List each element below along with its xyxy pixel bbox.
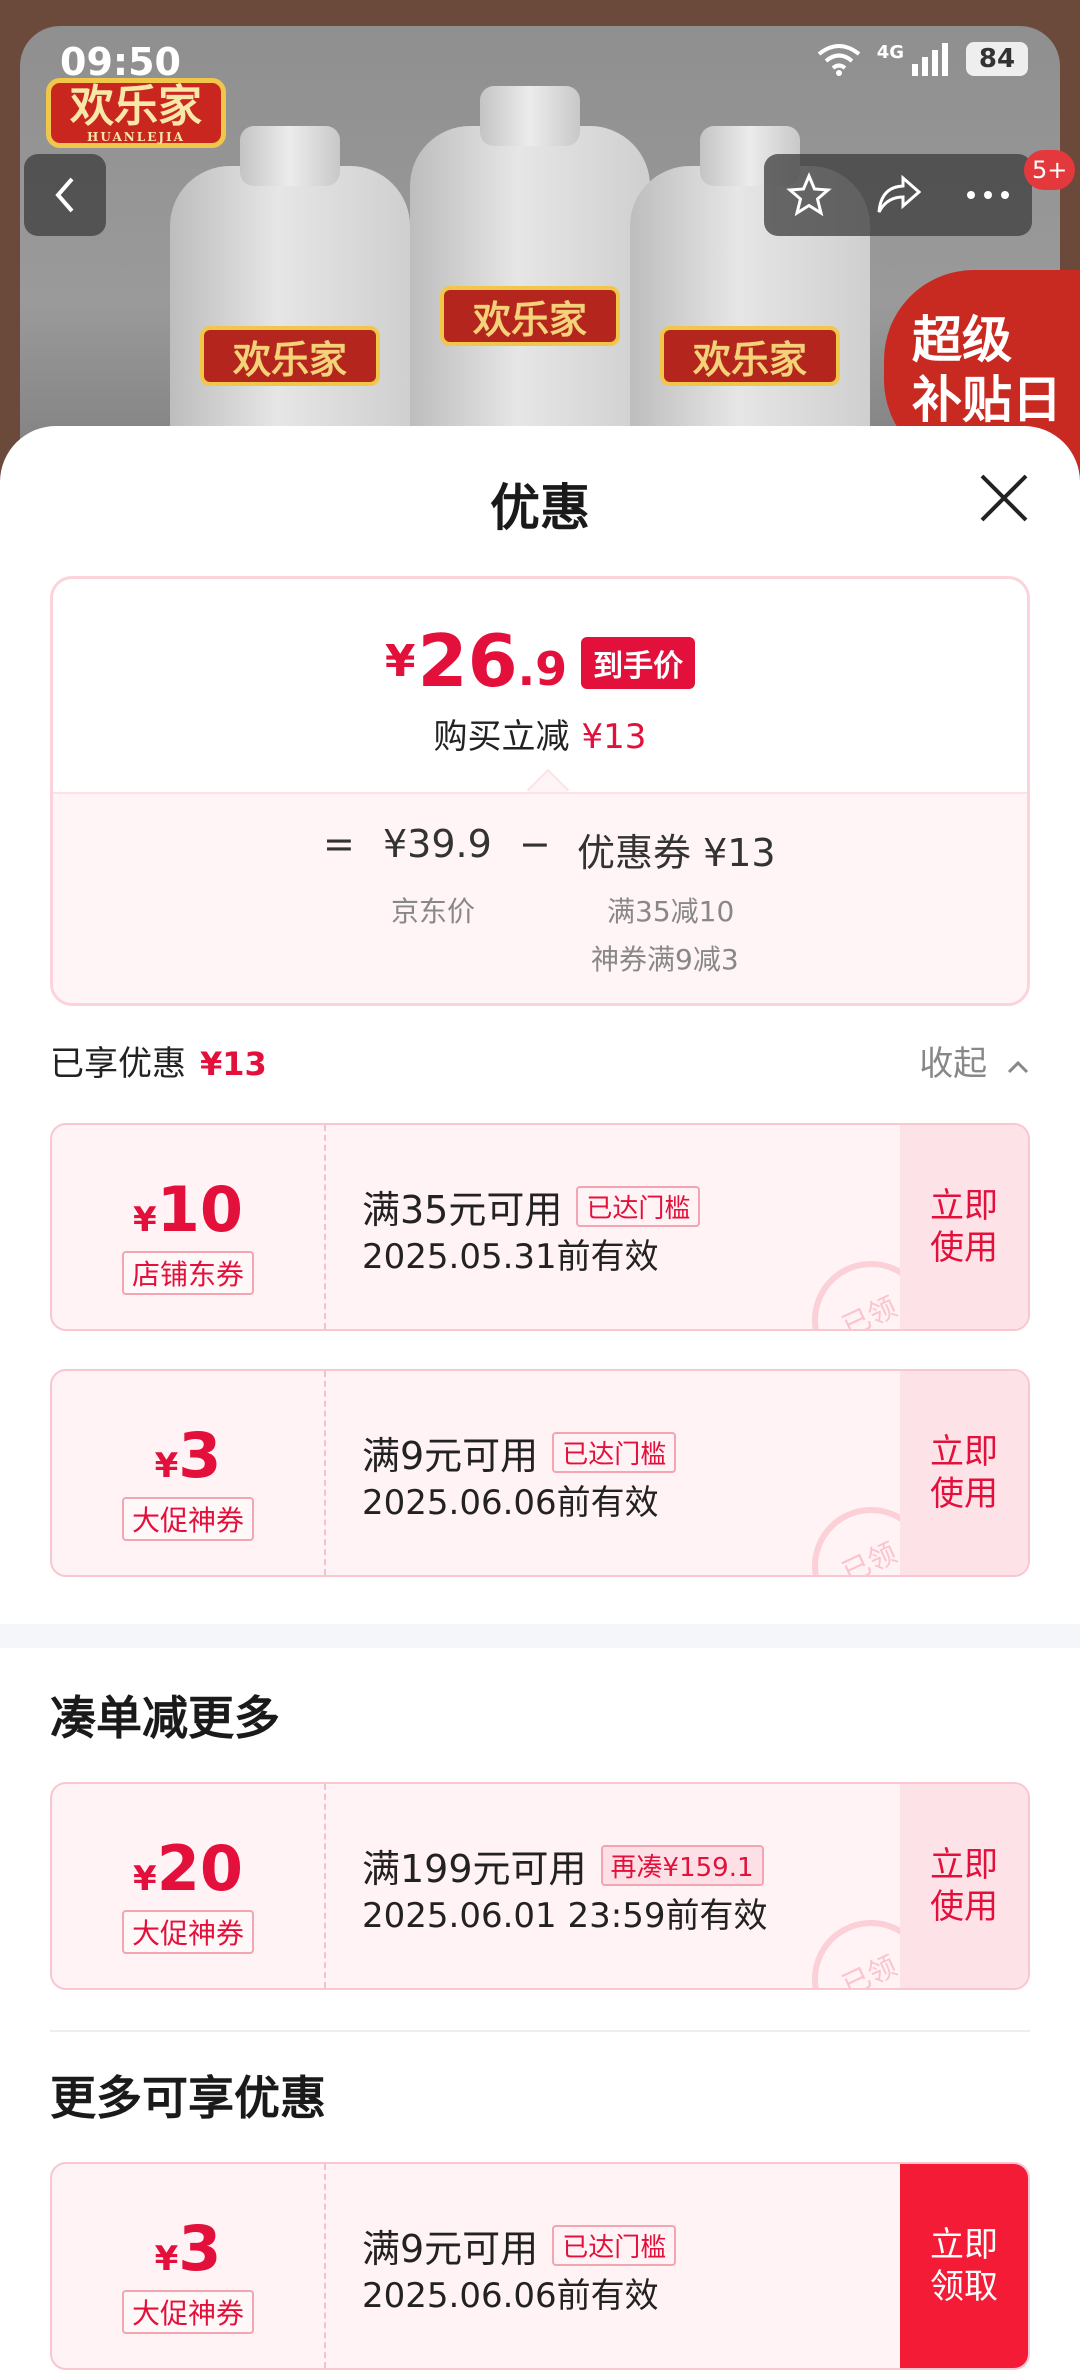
coupon-card: ¥10 店铺东券 满35元可用 已达门槛 2025.05.31前有效 已领 立即使…: [50, 1123, 1030, 1331]
final-price-tag: 到手价: [581, 637, 696, 689]
coupon-condition: 满35元可用 已达门槛: [362, 1179, 701, 1234]
network-label: 4G: [876, 42, 904, 63]
coupon-condition: 满9元可用 已达门槛: [362, 1425, 677, 1480]
instant-discount: 购买立减 ¥13: [433, 717, 647, 757]
claim-now-button[interactable]: 立即领取: [900, 2164, 1028, 2368]
section-title-more-available: 更多可享优惠: [50, 2071, 326, 2125]
price-breakdown-card: ¥ 26 .9 到手价 购买立减 ¥13 = ¥39.9 − 优惠券 ¥13 京东…: [50, 576, 1030, 1006]
cart-count-badge: 5+: [1024, 150, 1076, 190]
top-action-bar: [764, 154, 1032, 236]
coupon-expiry: 2025.06.06前有效: [362, 2276, 659, 2316]
minus-sign: −: [519, 822, 551, 866]
jd-price: ¥39.9: [383, 822, 492, 866]
coupon-card: ¥3 大促神券 满9元可用 已达门槛 2025.06.06前有效 已领 立即使用: [50, 1369, 1030, 1577]
back-button[interactable]: [24, 154, 106, 236]
collapse-button[interactable]: 收起: [919, 1036, 1030, 1085]
coupon-type: 大促神券: [121, 2290, 255, 2334]
battery-icon: 84: [966, 42, 1028, 76]
threshold-tag: 已达门槛: [576, 1186, 701, 1227]
final-price: ¥ 26 .9 到手价: [53, 625, 1027, 697]
price-formula: = ¥39.9 − 优惠券 ¥13 京东价 满35减10 神券满9减3: [53, 792, 1027, 1003]
use-now-button[interactable]: 立即使用: [900, 1125, 1028, 1329]
coupon-amount: ¥3: [154, 1419, 222, 1492]
coupon-type: 大促神券: [121, 1910, 255, 1954]
use-now-button[interactable]: 立即使用: [900, 1371, 1028, 1575]
remaining-amount-tag: 再凑¥159.1: [600, 1845, 764, 1886]
coupon-condition: 满9元可用 已达门槛: [362, 2218, 677, 2273]
status-bar: 09:50 4G 84: [0, 0, 1080, 100]
coupon-amount: ¥10: [133, 1173, 243, 1246]
close-icon[interactable]: [976, 470, 1032, 526]
threshold-tag: 已达门槛: [552, 2225, 677, 2266]
coupon-amount: ¥3: [154, 2212, 222, 2285]
more-icon[interactable]: [966, 190, 1010, 200]
chevron-up-icon: [1007, 1060, 1029, 1074]
coupon-condition: 满199元可用 再凑¥159.1: [362, 1838, 764, 1893]
coupon-amount: ¥20: [133, 1832, 243, 1905]
divider-line: [50, 2030, 1030, 2032]
coupon-type: 店铺东券: [121, 1251, 255, 1295]
use-now-button[interactable]: 立即使用: [900, 1784, 1028, 1988]
status-time: 09:50: [60, 40, 181, 84]
sheet-title: 优惠: [490, 479, 590, 537]
coupon-type: 大促神券: [121, 1497, 255, 1541]
discount-sheet: 优惠 ¥ 26 .9 到手价 购买立减 ¥13 = ¥39.9 − 优惠券 ¥13…: [0, 426, 1080, 2376]
star-icon[interactable]: [785, 172, 832, 218]
section-divider: [0, 1624, 1080, 1648]
section-title-more-orders: 凑单减更多: [50, 1691, 280, 1745]
coupon-expiry: 2025.06.06前有效: [362, 1483, 659, 1523]
coupon-card: ¥3 大促神券 满9元可用 已达门槛 2025.06.06前有效 立即领取: [50, 2162, 1030, 2370]
coupon-expiry: 2025.06.01 23:59前有效: [362, 1896, 768, 1936]
enjoyed-discount-row: 已享优惠 ¥13 收起: [50, 1036, 1030, 1086]
coupon-total: 优惠券 ¥13: [577, 831, 776, 875]
threshold-tag: 已达门槛: [552, 1432, 677, 1473]
share-icon[interactable]: [875, 172, 923, 218]
wifi-icon: [817, 44, 860, 76]
chevron-left-icon: [55, 177, 74, 213]
status-icons: 4G 84: [817, 42, 1028, 76]
jd-price-label: 京东价: [391, 895, 476, 928]
coupon-detail: 满35减10: [607, 895, 735, 928]
signal-icon: [912, 43, 948, 76]
equals-sign: =: [323, 822, 355, 866]
coupon-detail: 神券满9减3: [591, 943, 739, 976]
coupon-card: ¥20 大促神券 满199元可用 再凑¥159.1 2025.06.01 23:5…: [50, 1782, 1030, 1990]
coupon-expiry: 2025.05.31前有效: [362, 1237, 659, 1277]
